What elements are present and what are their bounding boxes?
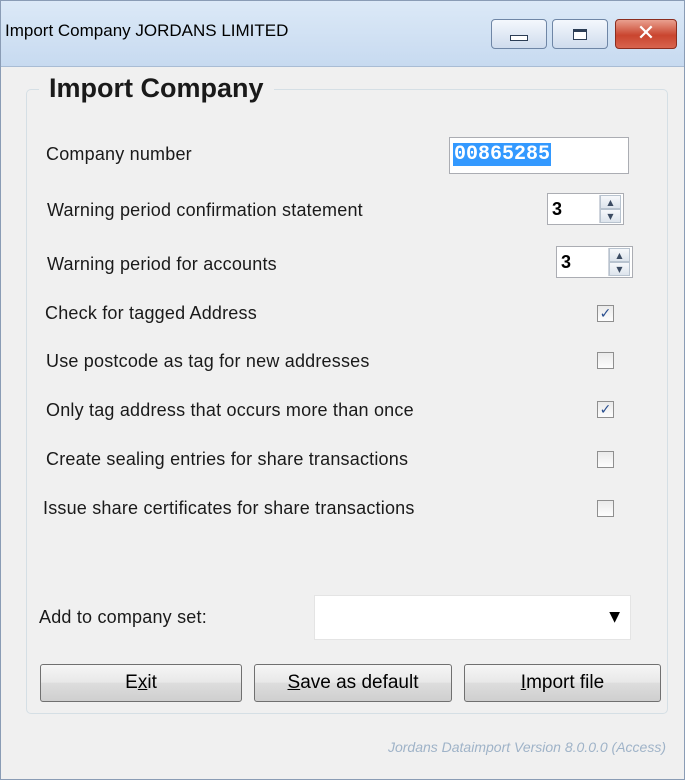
warning-confirmation-value: 3 xyxy=(552,199,563,219)
option-label-share-certificates: Issue share certificates for share trans… xyxy=(43,498,415,518)
minimize-icon xyxy=(510,35,528,41)
window-title: Import Company JORDANS LIMITED xyxy=(5,21,289,40)
option-label-sealing-entries: Create sealing entries for share transac… xyxy=(46,449,409,469)
close-button[interactable]: ✕ xyxy=(615,19,677,49)
company-number-label: Company number xyxy=(46,144,192,164)
warning-accounts-spin-buttons: ▲ ▼ xyxy=(608,248,630,276)
group-title: Import Company xyxy=(39,73,274,104)
option-checkbox-postcode-tag[interactable] xyxy=(597,352,614,369)
warning-accounts-value: 3 xyxy=(561,252,572,272)
save-label-accel: S xyxy=(287,672,301,693)
company-set-dropdown[interactable]: ▼ xyxy=(314,595,631,640)
exit-label-post: it xyxy=(147,672,157,693)
warning-confirmation-label: Warning period confirmation statement xyxy=(47,200,363,220)
option-checkbox-sealing-entries[interactable] xyxy=(597,451,614,468)
warning-confirmation-spin-buttons: ▲ ▼ xyxy=(599,195,621,223)
warning-accounts-label: Warning period for accounts xyxy=(47,254,277,274)
option-checkbox-share-certificates[interactable] xyxy=(597,500,614,517)
warning-accounts-spinner[interactable]: 3 ▲ ▼ xyxy=(556,246,633,278)
checkmark-icon: ✓ xyxy=(599,401,612,418)
import-file-button[interactable]: Import file xyxy=(464,664,661,702)
spin-up-icon[interactable]: ▲ xyxy=(609,248,630,262)
spin-down-icon[interactable]: ▼ xyxy=(600,209,621,223)
exit-label-pre: E xyxy=(125,672,138,693)
save-label-post: ave as default xyxy=(300,672,419,693)
import-company-window: Import Company JORDANS LIMITED ✕ Import … xyxy=(0,0,685,780)
dropdown-arrow-icon[interactable]: ▼ xyxy=(609,609,620,625)
option-checkbox-tag-repeated[interactable]: ✓ xyxy=(597,401,614,418)
import-label-post: mport file xyxy=(526,672,605,693)
close-icon: ✕ xyxy=(636,21,656,46)
company-number-value: 00865285 xyxy=(453,143,552,166)
spin-up-icon[interactable]: ▲ xyxy=(600,195,621,209)
option-label-postcode-tag: Use postcode as tag for new addresses xyxy=(46,351,370,371)
maximize-icon xyxy=(573,28,587,40)
option-label-tag-repeated: Only tag address that occurs more than o… xyxy=(46,400,414,420)
version-footer: Jordans Dataimport Version 8.0.0.0 (Acce… xyxy=(387,739,666,755)
spin-down-icon[interactable]: ▼ xyxy=(609,262,630,276)
title-bar[interactable]: Import Company JORDANS LIMITED ✕ xyxy=(1,1,684,67)
company-number-input[interactable]: 00865285 xyxy=(449,137,629,174)
warning-confirmation-spinner[interactable]: 3 ▲ ▼ xyxy=(547,193,624,225)
option-label-tagged-address: Check for tagged Address xyxy=(45,303,257,323)
exit-button[interactable]: Ex it xyxy=(40,664,242,702)
minimize-button[interactable] xyxy=(491,19,547,49)
checkmark-icon: ✓ xyxy=(599,305,612,322)
save-as-default-button[interactable]: Save as default xyxy=(254,664,452,702)
company-set-label: Add to company set: xyxy=(39,607,207,627)
maximize-button[interactable] xyxy=(552,19,608,49)
option-checkbox-tagged-address[interactable]: ✓ xyxy=(597,305,614,322)
exit-label-accel: x xyxy=(137,672,148,693)
